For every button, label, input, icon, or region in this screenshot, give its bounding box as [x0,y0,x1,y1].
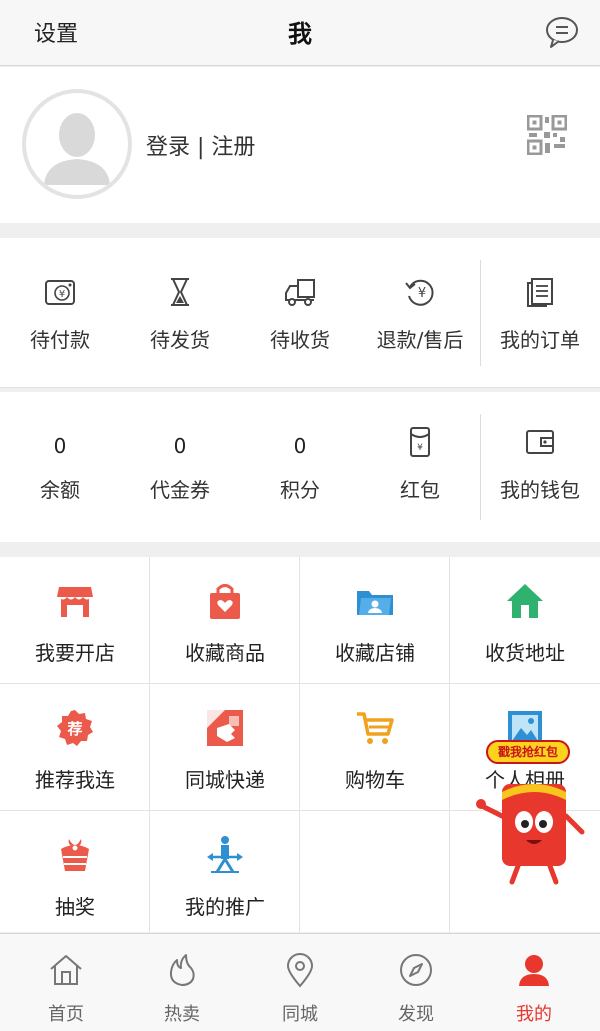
recommend-icon: 荐 [57,710,93,746]
tab-bar: 首页 热卖 同城 发现 我的 [0,933,600,1031]
grid-label: 收藏商品 [185,641,265,665]
tab-label: 我的 [516,1004,552,1025]
tab-label: 发现 [398,1004,434,1025]
grid-label: 同城快递 [185,768,265,792]
avatar[interactable] [22,89,132,199]
voucher-value: 0 [173,434,187,458]
svg-text:¥: ¥ [59,289,65,300]
profile-card: 登录 | 注册 [0,67,600,223]
tab-local[interactable]: 同城 [240,934,360,1031]
wallet-section: 0 余额 0 代金券 0 积分 ¥ 红包 我的钱包 [0,392,600,542]
grid-empty-cell [300,811,450,938]
home-icon [507,584,543,618]
order-label: 待发货 [150,328,210,352]
login-register-link[interactable]: 登录 | 注册 [146,129,255,161]
balance-value: 0 [53,434,67,458]
orders-section: ¥ 待付款 待发货 待收货 ¥ 退款/售后 我的订单 [0,238,600,388]
wallet-label: 红包 [400,478,440,502]
balance-item[interactable]: 0 余额 [0,392,120,542]
points-item[interactable]: 0 积分 [240,392,360,542]
grid-item-courier[interactable]: 同城快递 [150,684,300,811]
grid-item-cart[interactable]: 购物车 [300,684,450,811]
page-title: 我 [288,20,312,48]
order-pending-shipment[interactable]: 待发货 [120,238,240,388]
nav-bar: 设置 我 [0,0,600,66]
tab-hot[interactable]: 热卖 [122,934,242,1031]
compass-icon [400,954,432,986]
points-value: 0 [293,434,307,458]
tab-mine[interactable]: 我的 [474,934,594,1031]
red-packet-icon: ¥ [410,427,430,457]
grid-label: 收货地址 [485,641,565,665]
my-orders[interactable]: 我的订单 [480,238,600,388]
shop-icon [57,587,93,617]
grid-label: 推荐我连 [35,768,115,792]
tab-home[interactable]: 首页 [6,934,126,1031]
home-tab-icon [50,955,82,985]
cart-icon [357,712,394,744]
wallet-label: 代金券 [150,478,210,502]
promo-tag: 戳我抢红包 [486,740,570,764]
svg-text:¥: ¥ [417,443,423,453]
courier-icon [207,710,243,746]
grid-label: 我的推广 [185,895,265,919]
favorite-bag-icon [210,584,240,619]
grid-item-open-shop[interactable]: 我要开店 [0,557,150,684]
grid-item-lottery[interactable]: 抽奖 [0,811,150,938]
wallet-label: 积分 [280,478,320,502]
location-pin-icon [286,953,314,988]
tab-discover[interactable]: 发现 [356,934,476,1031]
user-avatar-icon [44,113,110,185]
svg-text:¥: ¥ [418,286,426,301]
svg-text:荐: 荐 [66,720,82,738]
wallet-label: 余额 [40,478,80,502]
order-label: 我的订单 [500,328,580,352]
order-label: 待收货 [270,328,330,352]
orders-list-icon [527,278,553,307]
my-wallet[interactable]: 我的钱包 [480,392,600,542]
refund-icon: ¥ [405,279,434,306]
wallet-label: 我的钱包 [500,478,580,502]
grid-label: 收藏店铺 [335,641,415,665]
red-packet-promo[interactable]: 戳我抢红包 [474,736,594,886]
tab-label: 首页 [48,1004,84,1025]
grid-item-fav-goods[interactable]: 收藏商品 [150,557,300,684]
grid-item-recommend[interactable]: 荐 推荐我连 [0,684,150,811]
grid-item-address[interactable]: 收货地址 [450,557,600,684]
tab-label: 同城 [282,1004,318,1025]
truck-icon [285,279,315,306]
tab-label: 热卖 [164,1004,200,1025]
order-refund[interactable]: ¥ 退款/售后 [360,238,480,388]
message-icon[interactable] [544,14,580,50]
hourglass-icon [171,278,189,306]
wallet-icon [526,430,554,454]
lottery-icon [61,839,89,871]
grid-label: 购物车 [345,768,405,792]
flame-icon [169,954,195,986]
folder-user-icon [357,591,393,615]
order-label: 待付款 [30,328,90,352]
order-pending-payment[interactable]: ¥ 待付款 [0,238,120,388]
grid-label: 我要开店 [35,641,115,665]
grid-item-fav-shops[interactable]: 收藏店铺 [300,557,450,684]
grid-item-promotion[interactable]: 我的推广 [150,811,300,938]
person-icon [519,955,549,986]
wallet-yuan-icon: ¥ [45,280,75,305]
voucher-item[interactable]: 0 代金券 [120,392,240,542]
qr-code-icon[interactable] [527,115,567,155]
order-label: 退款/售后 [376,328,464,352]
red-packet-item[interactable]: ¥ 红包 [360,392,480,542]
grid-label: 抽奖 [55,895,95,919]
promotion-icon [207,836,243,873]
order-pending-receipt[interactable]: 待收货 [240,238,360,388]
